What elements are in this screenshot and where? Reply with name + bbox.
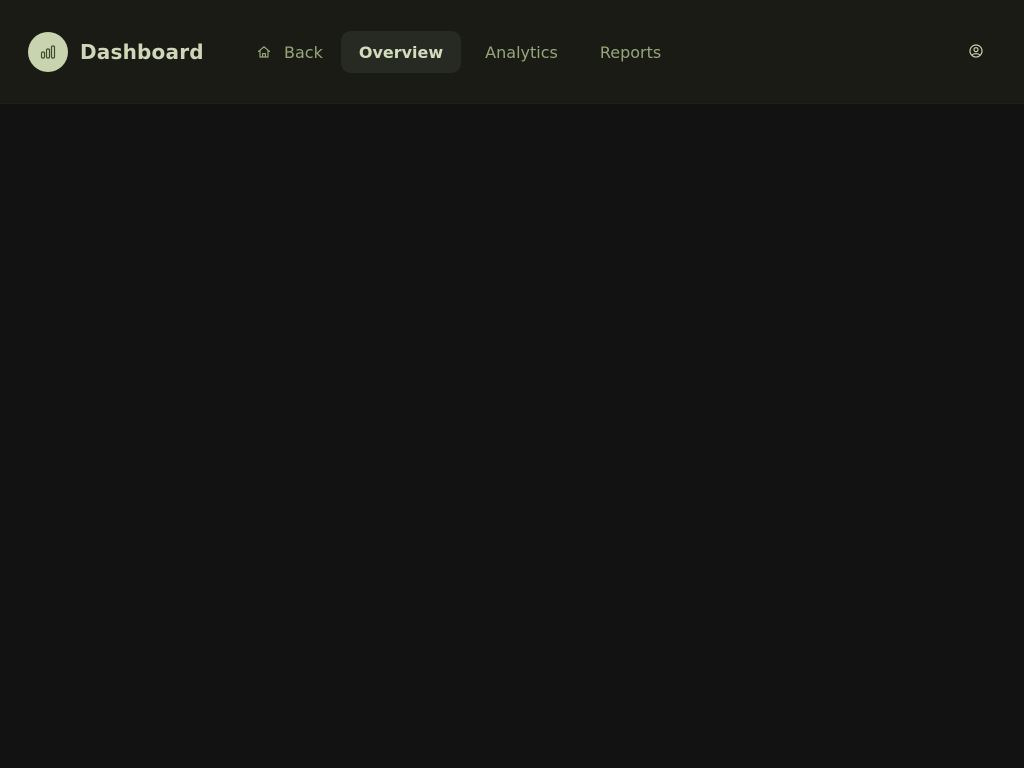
- user-circle-icon: [969, 43, 983, 62]
- account-button[interactable]: [960, 36, 992, 68]
- top-navigation-bar: Dashboard Back Overview Analytics Report…: [0, 0, 1024, 104]
- tab-reports[interactable]: Reports: [582, 31, 679, 73]
- back-label: Back: [284, 42, 323, 62]
- brand[interactable]: Dashboard: [28, 32, 204, 72]
- app-title: Dashboard: [80, 40, 204, 64]
- home-icon: [256, 44, 272, 60]
- tab-analytics[interactable]: Analytics: [467, 31, 576, 73]
- tab-overview[interactable]: Overview: [340, 31, 462, 73]
- main-content: [0, 104, 1024, 768]
- back-button[interactable]: Back: [244, 31, 335, 73]
- main-nav: Back Overview Analytics Reports: [244, 31, 685, 73]
- bar-chart-icon: [28, 32, 68, 72]
